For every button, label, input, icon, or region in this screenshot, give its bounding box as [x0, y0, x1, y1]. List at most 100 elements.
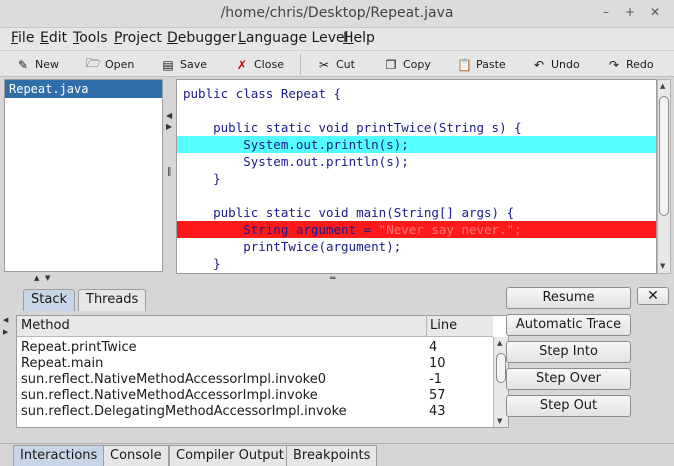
table-row[interactable]: Repeat.main 10 [17, 356, 493, 372]
method-cell: sun.reflect.NativeMethodAccessorImpl.inv… [21, 372, 326, 387]
scrollbar-thumb[interactable] [496, 353, 506, 383]
minimize-icon[interactable]: – [598, 5, 614, 19]
close-button[interactable]: ✗ Close [235, 55, 284, 74]
paste-label: Paste [476, 58, 506, 71]
editor-scrollbar[interactable]: ▲ ▼ [657, 79, 671, 274]
tab-breakpoints[interactable]: Breakpoints [286, 445, 378, 466]
line-cell: 43 [429, 404, 446, 419]
string-literal: "Never say never."; [378, 222, 522, 237]
code-line: printTwice(argument); [183, 239, 402, 254]
new-button[interactable]: ✎ New [16, 55, 59, 74]
undo-button[interactable]: ↶ Undo [532, 55, 580, 74]
code-text: String argument = [183, 222, 379, 237]
code-editor[interactable]: public class Repeat { public static void… [176, 79, 657, 274]
menu-help[interactable]: Help [343, 30, 375, 46]
redo-button[interactable]: ↷ Redo [607, 55, 654, 74]
collapse-left-icon[interactable]: ◀ [166, 111, 172, 120]
method-cell: sun.reflect.DelegatingMethodAccessorImpl… [21, 404, 347, 419]
cut-label: Cut [336, 58, 355, 71]
bottom-tab-bar: Interactions Console Compiler Output Bre… [0, 443, 674, 466]
copy-icon: ❐ [385, 57, 397, 72]
tab-interactions[interactable]: Interactions [13, 445, 105, 466]
column-line[interactable]: Line [430, 318, 457, 333]
scroll-down-icon[interactable]: ▼ [497, 417, 502, 425]
open-button[interactable]: 🗁 Open [86, 55, 134, 74]
table-row[interactable]: sun.reflect.NativeMethodAccessorImpl.inv… [17, 372, 493, 388]
new-label: New [35, 58, 59, 71]
close-label: Close [254, 58, 284, 71]
tab-compiler-output[interactable]: Compiler Output [169, 445, 291, 466]
step-out-button[interactable]: Step Out [506, 395, 631, 417]
resume-button[interactable]: Resume [506, 287, 631, 309]
debug-panel: Stack Threads Method Line Repeat.printTw… [10, 285, 509, 435]
scroll-down-icon[interactable]: ▼ [660, 262, 665, 270]
expand-right-icon[interactable]: ▶ [166, 122, 172, 131]
code-line: public static void printTwice(String s) … [183, 120, 522, 135]
column-method[interactable]: Method [21, 318, 70, 333]
vertical-splitter[interactable]: ◀ ▶ ‖ [165, 79, 175, 272]
menu-tools[interactable]: Tools [73, 30, 108, 46]
automatic-trace-button[interactable]: Automatic Trace [506, 314, 631, 336]
table-row[interactable]: sun.reflect.NativeMethodAccessorImpl.inv… [17, 388, 493, 404]
tab-stack[interactable]: Stack [23, 289, 75, 311]
table-row[interactable]: sun.reflect.DelegatingMethodAccessorImpl… [17, 404, 493, 420]
tab-console[interactable]: Console [103, 445, 169, 466]
step-over-button[interactable]: Step Over [506, 368, 631, 390]
table-header: Method Line [17, 316, 493, 337]
line-cell: 10 [429, 356, 446, 371]
save-label: Save [180, 58, 208, 71]
open-label: Open [105, 58, 135, 71]
code-line-highlighted-breakpoint: String argument = "Never say never."; [177, 221, 656, 238]
undo-label: Undo [551, 58, 580, 71]
expand-right-icon[interactable]: ▶ [3, 328, 8, 336]
scrollbar-thumb[interactable] [659, 96, 669, 216]
save-icon: ▤ [162, 57, 174, 72]
clipboard-icon: 📋 [457, 57, 472, 72]
column-divider[interactable] [426, 316, 427, 337]
code-line: public static void main(String[] args) { [183, 205, 515, 220]
paste-button[interactable]: 📋 Paste [457, 55, 506, 74]
code-line: } [183, 171, 221, 186]
horizontal-splitter[interactable]: ▲ ▼ ═ [0, 274, 674, 284]
collapse-left-icon[interactable]: ◀ [3, 316, 8, 324]
menu-language-level[interactable]: Language Level [238, 30, 349, 46]
line-cell: -1 [429, 372, 442, 387]
close-icon[interactable]: ✕ [647, 5, 663, 19]
step-into-button[interactable]: Step Into [506, 341, 631, 363]
cut-button[interactable]: ✂ Cut [317, 55, 355, 74]
table-row[interactable]: Repeat.printTwice 4 [17, 340, 493, 356]
menu-file[interactable]: File [11, 30, 34, 46]
method-cell: sun.reflect.NativeMethodAccessorImpl.inv… [21, 388, 318, 403]
toolbar: ✎ New 🗁 Open ▤ Save ✗ Close ✂ Cut ❐ Copy… [0, 50, 674, 77]
expand-down-icon[interactable]: ▼ [45, 274, 50, 282]
scroll-up-icon[interactable]: ▲ [497, 339, 502, 347]
menu-edit[interactable]: Edit [40, 30, 67, 46]
code-line: public class Repeat { [183, 86, 342, 101]
copy-button[interactable]: ❐ Copy [384, 55, 431, 74]
menu-project[interactable]: Project [114, 30, 162, 46]
maximize-icon[interactable]: + [622, 5, 638, 19]
line-cell: 4 [429, 340, 438, 355]
toolbar-separator [300, 54, 301, 75]
undo-icon: ↶ [533, 57, 545, 72]
scissors-icon: ✂ [318, 57, 330, 72]
code-line: } [183, 256, 221, 271]
tab-threads[interactable]: Threads [78, 289, 147, 311]
redo-label: Redo [626, 58, 654, 71]
collapse-up-icon[interactable]: ▲ [34, 274, 39, 282]
scroll-up-icon[interactable]: ▲ [660, 82, 665, 90]
close-file-icon: ✗ [236, 57, 248, 72]
splitter-grip-icon: ‖ [167, 167, 172, 177]
code-line: System.out.println(s); [183, 154, 409, 169]
file-item-repeat-java[interactable]: Repeat.java [5, 80, 162, 98]
redo-icon: ↷ [608, 57, 620, 72]
method-cell: Repeat.printTwice [21, 340, 137, 355]
code-line-highlighted-current: System.out.println(s); [177, 136, 656, 153]
folder-icon: 🗁 [86, 56, 101, 70]
save-button[interactable]: ▤ Save [161, 55, 207, 74]
close-debugger-button[interactable]: ✕ [637, 287, 669, 305]
menu-debugger[interactable]: Debugger [167, 30, 236, 46]
menu-bar: File Edit Tools Project Debugger Languag… [0, 28, 674, 50]
